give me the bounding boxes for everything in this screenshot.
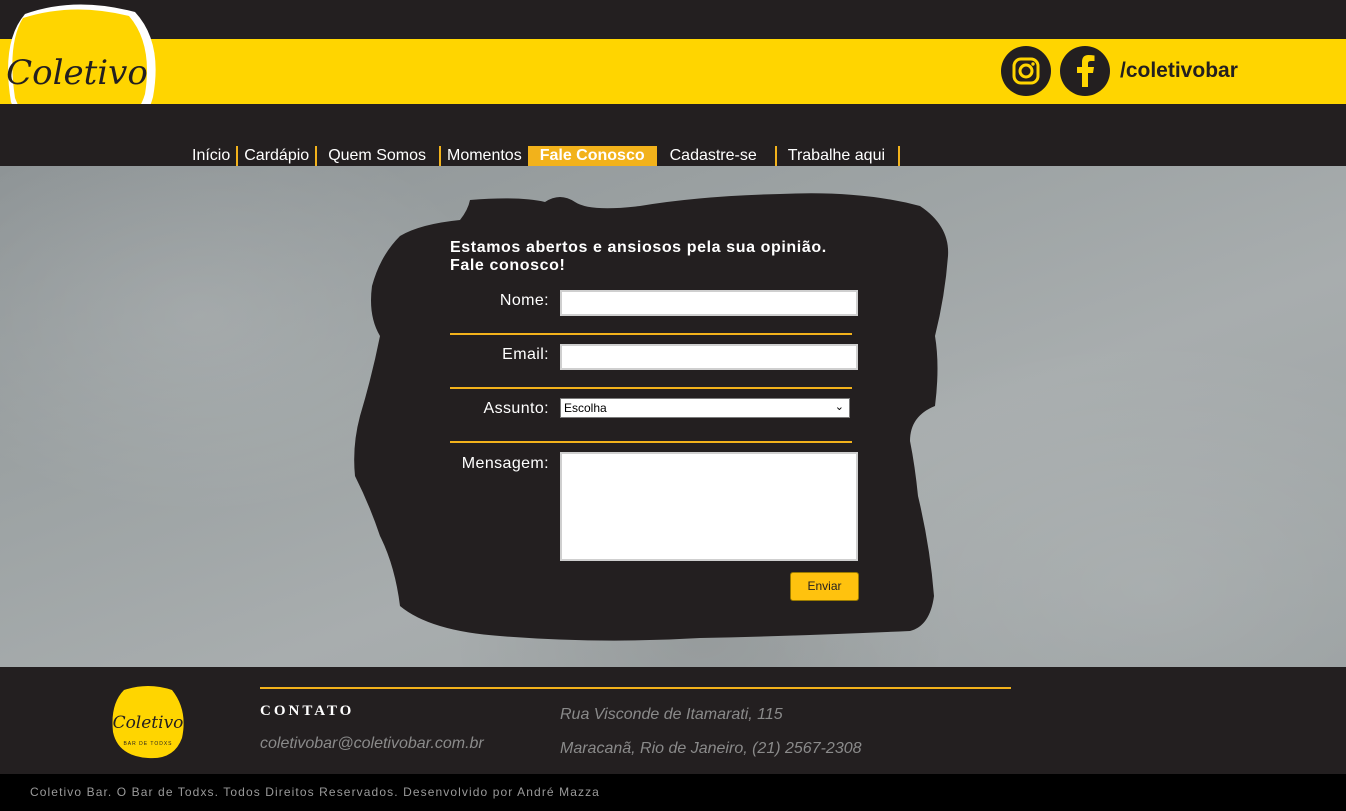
- instagram-link[interactable]: [1001, 46, 1051, 96]
- main-nav: Início Cardápio Quem Somos Momentos Fale…: [186, 146, 901, 166]
- name-input[interactable]: [560, 290, 858, 316]
- nav-item-momentos[interactable]: Momentos: [441, 146, 530, 166]
- divider: [450, 387, 852, 389]
- top-bar: [0, 0, 1346, 39]
- social-handle[interactable]: /coletivobar: [1120, 59, 1238, 83]
- footer-logo-tagline: BAR DE TODXS: [123, 741, 172, 747]
- subject-select[interactable]: Escolha ⌄: [560, 398, 850, 418]
- social-links: /coletivobar: [1001, 46, 1238, 96]
- form-title-line-2: Fale conosco!: [450, 257, 566, 274]
- footer-divider: [260, 687, 1011, 689]
- chevron-down-icon: ⌄: [834, 401, 844, 413]
- divider: [450, 333, 852, 335]
- nav-item-fale-conosco[interactable]: Fale Conosco: [529, 146, 657, 166]
- facebook-link[interactable]: [1060, 46, 1110, 96]
- logo-script: Coletivo: [6, 53, 148, 93]
- subject-selected: Escolha: [564, 401, 607, 415]
- footer-logo-script: Coletivo: [113, 713, 184, 733]
- subject-label: Assunto:: [483, 400, 549, 417]
- nav-item-trabalhe-aqui[interactable]: Trabalhe aqui: [777, 146, 901, 166]
- name-label: Nome:: [499, 292, 549, 309]
- message-label: Mensagem:: [461, 455, 549, 472]
- address-line-2: Maracanã, Rio de Janeiro, (21) 2567-2308: [560, 740, 862, 757]
- contact-email[interactable]: coletivobar@coletivobar.com.br: [260, 735, 484, 753]
- form-title: Estamos abertos e ansiosos pela sua opin…: [450, 239, 870, 275]
- nav-item-cadastre-se[interactable]: Cadastre-se: [657, 146, 777, 166]
- email-label: Email:: [502, 346, 549, 363]
- submit-button[interactable]: Enviar: [790, 572, 859, 601]
- email-input[interactable]: [560, 344, 858, 370]
- contact-title: CONTATO: [260, 703, 355, 719]
- instagram-icon: [1012, 57, 1040, 85]
- facebook-icon: [1077, 55, 1095, 87]
- footer-logo[interactable]: Coletivo BAR DE TODXS: [110, 684, 186, 760]
- message-textarea[interactable]: [560, 452, 858, 561]
- address-line-1: Rua Visconde de Itamarati, 115: [560, 706, 783, 723]
- divider: [450, 441, 852, 443]
- nav-item-inicio[interactable]: Início: [186, 146, 239, 166]
- copyright: Coletivo Bar. O Bar de Todxs. Todos Dire…: [30, 785, 600, 799]
- nav-item-cardapio[interactable]: Cardápio: [238, 146, 318, 166]
- form-title-line-1: Estamos abertos e ansiosos pela sua opin…: [450, 239, 827, 256]
- nav-item-quem-somos[interactable]: Quem Somos: [317, 146, 441, 166]
